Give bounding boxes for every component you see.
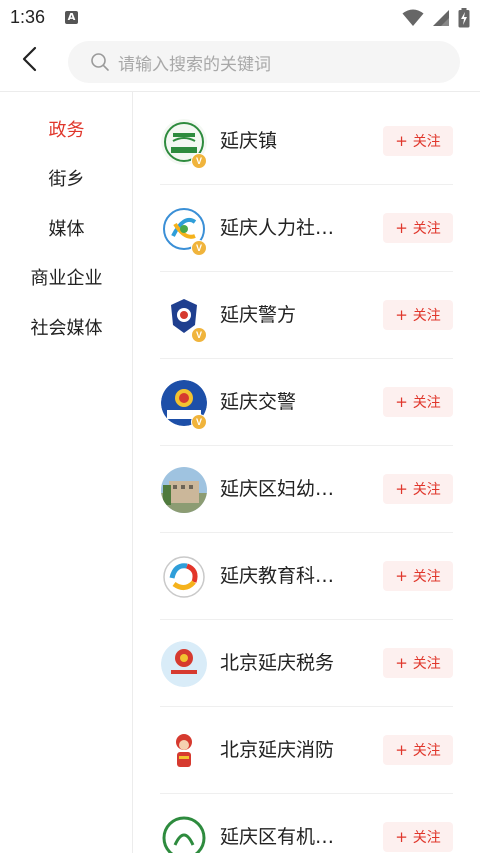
search-input[interactable]: 请输入搜索的关键词 xyxy=(68,41,460,83)
account-name: 延庆镇 xyxy=(220,130,278,152)
account-name: 北京延庆消防 xyxy=(220,739,335,761)
avatar xyxy=(161,815,207,853)
search-header: 请输入搜索的关键词 xyxy=(0,34,480,92)
sidebar-item-street[interactable]: 街乡 xyxy=(0,158,133,198)
list-item[interactable]: V 延庆警方 + 关注 xyxy=(160,272,453,359)
wifi-icon xyxy=(402,9,424,31)
plus-icon: + xyxy=(395,827,408,846)
plus-icon: + xyxy=(395,305,408,324)
verified-badge: V xyxy=(191,327,207,343)
list-item[interactable]: 北京延庆税务 + 关注 xyxy=(160,620,453,707)
list-item[interactable]: 延庆教育科… + 关注 xyxy=(160,533,453,620)
battery-charging-icon xyxy=(458,8,470,32)
list-item[interactable]: V 延庆人力社… + 关注 xyxy=(160,185,453,272)
follow-label: 关注 xyxy=(412,221,441,237)
notification-badge: A xyxy=(65,10,79,24)
follow-button[interactable]: + 关注 xyxy=(383,213,453,243)
follow-label: 关注 xyxy=(412,743,441,759)
follow-label: 关注 xyxy=(412,134,441,150)
list-item[interactable]: 北京延庆消防 + 关注 xyxy=(160,707,453,794)
verified-badge: V xyxy=(191,414,207,430)
account-list: V 延庆镇 + 关注 V 延庆人力社… + 关注 V 延庆警方 + 关注 V 延… xyxy=(160,92,453,853)
sidebar-item-label: 商业企业 xyxy=(30,268,103,289)
plus-icon: + xyxy=(395,131,408,150)
list-item[interactable]: 延庆区妇幼… + 关注 xyxy=(160,446,453,533)
account-name: 延庆人力社… xyxy=(220,217,335,239)
follow-label: 关注 xyxy=(412,656,441,672)
sidebar-item-gov[interactable]: 政务 xyxy=(0,109,133,149)
account-name: 延庆区有机… xyxy=(220,826,335,848)
plus-icon: + xyxy=(395,392,408,411)
sidebar-item-business[interactable]: 商业企业 xyxy=(0,257,133,297)
follow-label: 关注 xyxy=(412,569,441,585)
sidebar-item-label: 政务 xyxy=(48,120,85,141)
sidebar-item-label: 媒体 xyxy=(48,219,85,240)
verified-badge: V xyxy=(191,153,207,169)
avatar xyxy=(161,728,207,774)
follow-button[interactable]: + 关注 xyxy=(383,561,453,591)
follow-button[interactable]: + 关注 xyxy=(383,735,453,765)
account-name: 北京延庆税务 xyxy=(220,652,335,674)
search-placeholder: 请输入搜索的关键词 xyxy=(118,54,271,75)
account-name: 延庆区妇幼… xyxy=(220,478,335,500)
plus-icon: + xyxy=(395,479,408,498)
status-time: 1:36 xyxy=(10,6,46,27)
plus-icon: + xyxy=(395,653,408,672)
verified-badge: V xyxy=(191,240,207,256)
follow-button[interactable]: + 关注 xyxy=(383,126,453,156)
sidebar-item-social-media[interactable]: 社会媒体 xyxy=(0,307,133,347)
list-item[interactable]: 延庆区有机… + 关注 xyxy=(160,794,453,853)
chevron-left-icon xyxy=(21,46,37,76)
status-icons xyxy=(402,8,470,32)
status-bar: 1:36 A xyxy=(0,0,480,34)
follow-label: 关注 xyxy=(412,482,441,498)
follow-button[interactable]: + 关注 xyxy=(383,648,453,678)
cellular-signal-icon xyxy=(432,9,450,31)
account-name: 延庆交警 xyxy=(220,391,297,413)
account-name: 延庆教育科… xyxy=(220,565,335,587)
follow-button[interactable]: + 关注 xyxy=(383,474,453,504)
follow-label: 关注 xyxy=(412,395,441,411)
plus-icon: + xyxy=(395,218,408,237)
back-button[interactable] xyxy=(14,44,44,78)
follow-label: 关注 xyxy=(412,308,441,324)
follow-button[interactable]: + 关注 xyxy=(383,822,453,852)
follow-button[interactable]: + 关注 xyxy=(383,300,453,330)
plus-icon: + xyxy=(395,740,408,759)
follow-label: 关注 xyxy=(412,830,441,846)
search-icon xyxy=(90,51,112,73)
sidebar-item-media[interactable]: 媒体 xyxy=(0,208,133,248)
account-name: 延庆警方 xyxy=(220,304,297,326)
avatar xyxy=(161,641,207,687)
list-item[interactable]: V 延庆镇 + 关注 xyxy=(160,98,453,185)
category-sidebar: 政务 街乡 媒体 商业企业 社会媒体 xyxy=(0,92,133,853)
avatar xyxy=(161,554,207,600)
follow-button[interactable]: + 关注 xyxy=(383,387,453,417)
plus-icon: + xyxy=(395,566,408,585)
list-item[interactable]: V 延庆交警 + 关注 xyxy=(160,359,453,446)
sidebar-item-label: 社会媒体 xyxy=(30,318,103,339)
avatar xyxy=(161,467,207,513)
sidebar-item-label: 街乡 xyxy=(48,169,85,190)
